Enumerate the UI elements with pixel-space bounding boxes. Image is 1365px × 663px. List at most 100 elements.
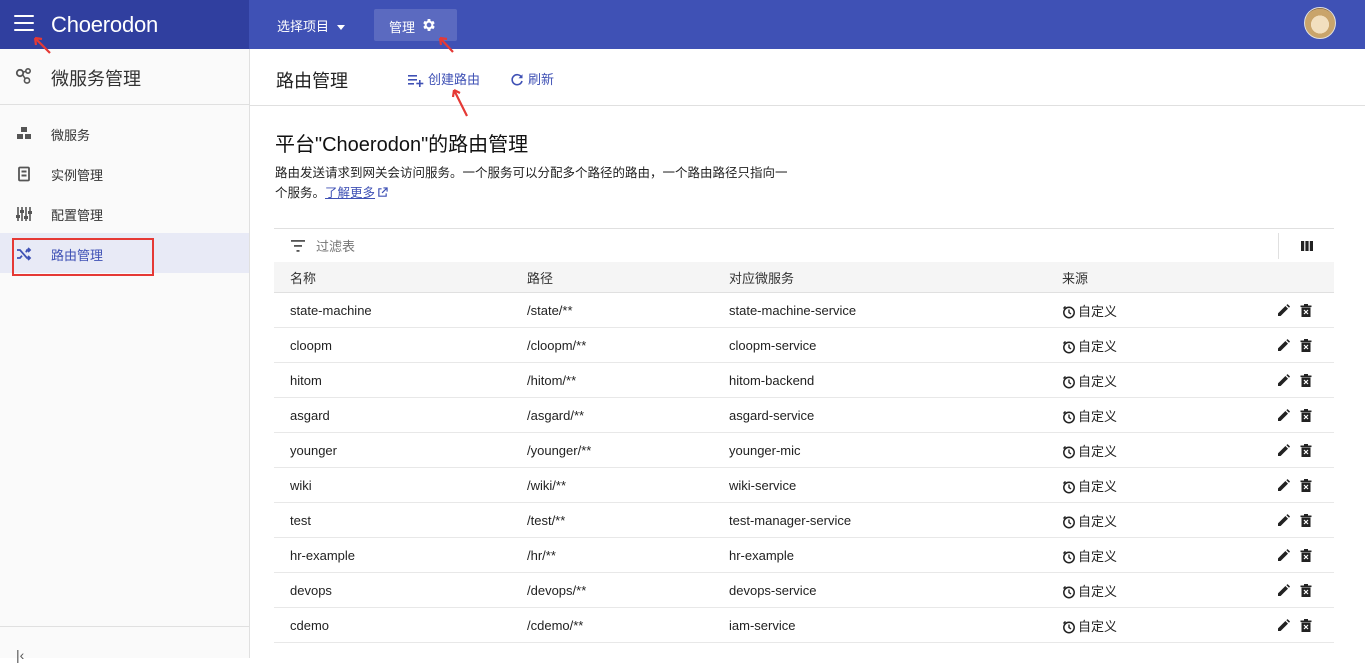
route-path: /younger/**: [527, 432, 729, 468]
playlist-add-icon: [408, 75, 424, 87]
column-header-name[interactable]: 名称: [274, 262, 527, 293]
delete-icon[interactable]: [1300, 478, 1312, 492]
delete-icon[interactable]: [1300, 583, 1312, 597]
edit-icon[interactable]: [1277, 408, 1290, 422]
row-actions: [1262, 327, 1334, 363]
refresh-label: 刷新: [528, 72, 555, 87]
filter-divider: [1278, 233, 1279, 259]
create-route-label: 创建路由: [428, 72, 481, 87]
sidebar-item-config[interactable]: 配置管理: [0, 193, 249, 233]
route-source-label: 自定义: [1078, 548, 1118, 564]
delete-icon[interactable]: [1300, 548, 1312, 562]
column-view-icon[interactable]: [1301, 241, 1313, 251]
table-row: state-machine/state/** state-machine-serv…: [274, 292, 1334, 328]
custom-source-icon: [1062, 375, 1075, 388]
route-source-label: 自定义: [1078, 443, 1118, 459]
column-header-source[interactable]: 来源: [1062, 262, 1262, 293]
page-header: 路由管理 创建路由 刷新: [250, 49, 1365, 106]
route-path: /cdemo/**: [527, 607, 729, 643]
table-row: test/test/** test-manager-service 自定义: [274, 502, 1334, 538]
routes-table: 名称 路径 对应微服务 来源 state-machine/state/** sta…: [274, 262, 1334, 643]
filter-input[interactable]: [314, 238, 1218, 255]
sidebar-title: 微服务管理: [51, 69, 141, 89]
route-source: 自定义: [1062, 572, 1262, 608]
route-name: wiki: [274, 467, 527, 503]
refresh-button[interactable]: 刷新: [510, 69, 554, 88]
filter-icon: [291, 240, 305, 252]
route-service: younger-mic: [729, 432, 1062, 468]
sidebar-item-label: 实例管理: [51, 168, 104, 183]
route-path: /test/**: [527, 502, 729, 538]
sidebar-item-label: 配置管理: [51, 208, 104, 223]
row-actions: [1262, 362, 1334, 398]
route-service: wiki-service: [729, 467, 1062, 503]
table-header-row: 名称 路径 对应微服务 来源: [274, 262, 1334, 293]
project-select[interactable]: 选择项目: [277, 16, 346, 35]
edit-icon[interactable]: [1277, 373, 1290, 387]
edit-icon[interactable]: [1277, 478, 1290, 492]
user-avatar[interactable]: [1304, 7, 1336, 39]
custom-source-icon: [1062, 585, 1075, 598]
sidebar-header: 微服务管理: [0, 49, 249, 105]
table-row: hitom/hitom/** hitom-backend 自定义: [274, 362, 1334, 398]
learn-more-link[interactable]: 了解更多: [325, 186, 388, 200]
table-row: hr-example/hr/** hr-example 自定义: [274, 537, 1334, 573]
sliders-icon: [16, 207, 32, 221]
route-path: /hr/**: [527, 537, 729, 573]
brand-logo-text[interactable]: Choerodon: [51, 12, 158, 38]
edit-icon[interactable]: [1277, 583, 1290, 597]
delete-icon[interactable]: [1300, 443, 1312, 457]
route-service: hitom-backend: [729, 362, 1062, 398]
hamburger-menu-icon[interactable]: [14, 15, 34, 33]
route-path: /asgard/**: [527, 397, 729, 433]
annotation-arrow: [438, 36, 454, 53]
route-path: /state/**: [527, 292, 729, 328]
delete-icon[interactable]: [1300, 618, 1312, 632]
edit-icon[interactable]: [1277, 443, 1290, 457]
route-path: /hitom/**: [527, 362, 729, 398]
route-source-label: 自定义: [1078, 373, 1118, 389]
delete-icon[interactable]: [1300, 408, 1312, 422]
route-name: younger: [274, 432, 527, 468]
route-source: 自定义: [1062, 607, 1262, 643]
route-source: 自定义: [1062, 292, 1262, 328]
row-actions: [1262, 397, 1334, 433]
cubes-icon: [17, 127, 31, 139]
share-nodes-icon: [15, 67, 32, 84]
route-source: 自定义: [1062, 467, 1262, 503]
custom-source-icon: [1062, 305, 1075, 318]
row-actions: [1262, 502, 1334, 538]
delete-icon[interactable]: [1300, 303, 1312, 317]
route-name: hitom: [274, 362, 527, 398]
column-header-path[interactable]: 路径: [527, 262, 729, 293]
sidebar: 微服务管理 微服务 实例管理 配置管理 路由管理 |‹: [0, 49, 250, 663]
gear-icon: [423, 19, 435, 31]
table-row: wiki/wiki/** wiki-service 自定义: [274, 467, 1334, 503]
edit-icon[interactable]: [1277, 548, 1290, 562]
custom-source-icon: [1062, 620, 1075, 633]
column-header-actions: [1262, 262, 1334, 293]
edit-icon[interactable]: [1277, 618, 1290, 632]
custom-source-icon: [1062, 340, 1075, 353]
sidebar-item-instance[interactable]: 实例管理: [0, 153, 249, 193]
table-row: devops/devops/** devops-service 自定义: [274, 572, 1334, 608]
route-name: asgard: [274, 397, 527, 433]
delete-icon[interactable]: [1300, 513, 1312, 527]
collapse-sidebar-icon[interactable]: |‹: [16, 647, 24, 663]
edit-icon[interactable]: [1277, 513, 1290, 527]
route-source: 自定义: [1062, 537, 1262, 573]
manage-button-label: 管理: [389, 20, 416, 35]
route-service: iam-service: [729, 607, 1062, 643]
custom-source-icon: [1062, 410, 1075, 423]
route-source: 自定义: [1062, 502, 1262, 538]
delete-icon[interactable]: [1300, 338, 1312, 352]
annotation-arrow: [33, 36, 51, 54]
row-actions: [1262, 572, 1334, 608]
edit-icon[interactable]: [1277, 338, 1290, 352]
sidebar-item-microservice[interactable]: 微服务: [0, 113, 249, 153]
edit-icon[interactable]: [1277, 303, 1290, 317]
delete-icon[interactable]: [1300, 373, 1312, 387]
row-actions: [1262, 607, 1334, 643]
column-header-service[interactable]: 对应微服务: [729, 262, 1062, 293]
table-body: state-machine/state/** state-machine-serv…: [274, 292, 1334, 643]
